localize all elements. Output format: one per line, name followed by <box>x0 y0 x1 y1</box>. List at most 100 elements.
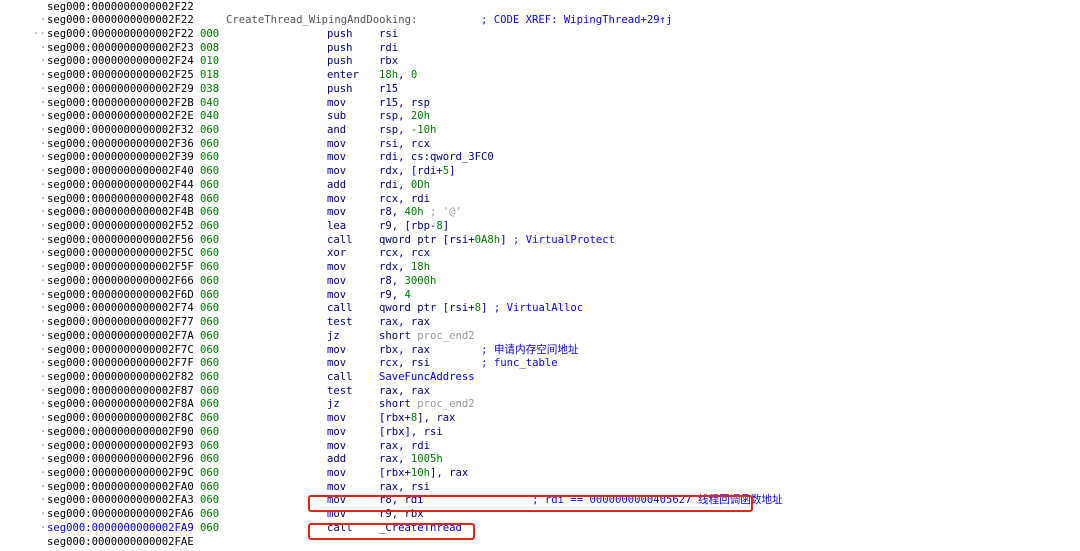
mnemonic[interactable]: test <box>327 385 353 399</box>
listing-line[interactable]: · seg000:0000000000002F56 060 call qword ptr… <box>0 234 1080 248</box>
function-reference[interactable]: SaveFuncAddress <box>379 371 475 383</box>
mnemonic[interactable]: push <box>327 83 353 97</box>
mnemonic[interactable]: mov <box>327 275 346 289</box>
operands[interactable]: qword ptr [rsi+8] ; VirtualAlloc <box>379 302 583 316</box>
address[interactable]: seg000:0000000000002F9C <box>47 467 194 481</box>
listing-line[interactable]: · seg000:0000000000002F8A 060 jz short proc_… <box>0 398 1080 412</box>
operands[interactable]: rdi <box>379 42 398 56</box>
operands[interactable]: rsi <box>379 28 398 42</box>
operands[interactable]: [rbx+8], rax <box>379 412 456 426</box>
address[interactable]: seg000:0000000000002F39 <box>47 151 194 165</box>
mnemonic[interactable]: mov <box>327 426 346 440</box>
listing-line[interactable]: · seg000:0000000000002F52 060 lea r9, [rbp-8… <box>0 220 1080 234</box>
address[interactable]: seg000:0000000000002F74 <box>47 302 194 316</box>
listing-line[interactable]: · seg000:0000000000002F36 060 mov rsi, rcx <box>0 138 1080 152</box>
operands[interactable]: rax, 1005h <box>379 453 443 467</box>
listing-line[interactable]: · seg000:0000000000002F23 008 push rdi <box>0 42 1080 56</box>
listing-line[interactable]: · seg000:0000000000002FA3 060 mov r8, rdi ; … <box>0 494 1080 508</box>
address[interactable]: seg000:0000000000002F22 <box>47 14 194 28</box>
address[interactable]: seg000:0000000000002FA9 <box>47 522 194 536</box>
address[interactable]: seg000:0000000000002F4B <box>47 206 194 220</box>
listing-line[interactable]: · seg000:0000000000002FA0 060 mov rax, rsi <box>0 481 1080 495</box>
listing-line[interactable]: · seg000:0000000000002F29 038 push r15 <box>0 83 1080 97</box>
operands[interactable]: rsi, rcx <box>379 138 430 152</box>
mnemonic[interactable]: mov <box>327 193 346 207</box>
address[interactable]: seg000:0000000000002FAE <box>47 536 194 550</box>
mnemonic[interactable]: mov <box>327 357 346 371</box>
operands[interactable]: short proc_end2 <box>379 330 475 344</box>
address[interactable]: seg000:0000000000002F23 <box>47 42 194 56</box>
operands[interactable]: rsp, -10h <box>379 124 436 138</box>
address[interactable]: seg000:0000000000002F8C <box>47 412 194 426</box>
listing-line[interactable]: · seg000:0000000000002F7C 060 mov rbx, rax ;… <box>0 344 1080 358</box>
operands[interactable]: short proc_end2 <box>379 398 475 412</box>
address[interactable]: seg000:0000000000002F6D <box>47 289 194 303</box>
mnemonic[interactable]: and <box>327 124 346 138</box>
operands[interactable]: r8, 40h ; '@' <box>379 206 462 220</box>
mnemonic[interactable]: push <box>327 28 353 42</box>
address[interactable]: seg000:0000000000002F8A <box>47 398 194 412</box>
operands[interactable]: rsp, 20h <box>379 110 430 124</box>
mnemonic[interactable]: mov <box>327 508 346 522</box>
address[interactable]: seg000:0000000000002F66 <box>47 275 194 289</box>
mnemonic[interactable]: push <box>327 55 353 69</box>
address[interactable]: seg000:0000000000002F5C <box>47 247 194 261</box>
address[interactable]: seg000:0000000000002F77 <box>47 316 194 330</box>
operands[interactable]: rdi, 0Dh <box>379 179 430 193</box>
operands[interactable]: rdx, 18h <box>379 261 430 275</box>
operands[interactable]: [rbx], rsi <box>379 426 443 440</box>
mnemonic[interactable]: mov <box>327 151 346 165</box>
listing-line[interactable]: · seg000:0000000000002F6D 060 mov r9, 4 <box>0 289 1080 303</box>
address[interactable]: seg000:0000000000002F90 <box>47 426 194 440</box>
mnemonic[interactable]: mov <box>327 289 346 303</box>
operands[interactable]: rcx, rsi ; func_table <box>379 357 558 371</box>
address[interactable]: seg000:0000000000002F40 <box>47 165 194 179</box>
disassembly-listing[interactable]: seg000:0000000000002F22 · seg000:000000000… <box>0 0 1080 551</box>
mnemonic[interactable]: call <box>327 371 353 385</box>
listing-line[interactable]: · seg000:0000000000002F48 060 mov rcx, rdi <box>0 193 1080 207</box>
listing-line[interactable]: · seg000:0000000000002F44 060 add rdi, 0Dh <box>0 179 1080 193</box>
listing-line[interactable]: · seg000:0000000000002F93 060 mov rax, rdi <box>0 440 1080 454</box>
listing-line[interactable]: · seg000:0000000000002F4B 060 mov r8, 40h ; … <box>0 206 1080 220</box>
address[interactable]: seg000:0000000000002FA6 <box>47 508 194 522</box>
mnemonic[interactable]: mov <box>327 261 346 275</box>
operands[interactable]: r8, 3000h <box>379 275 436 289</box>
operands[interactable]: rax, rsi <box>379 481 430 495</box>
operands[interactable]: rdi, cs:qword_3FC0 <box>379 151 494 165</box>
address[interactable]: seg000:0000000000002F5F <box>47 261 194 275</box>
address[interactable]: seg000:0000000000002F22 <box>47 1 194 15</box>
listing-line[interactable]: · seg000:0000000000002F9C 060 mov [rbx+10h],… <box>0 467 1080 481</box>
listing-line[interactable]: · seg000:0000000000002F2B 040 mov r15, rsp <box>0 97 1080 111</box>
operands[interactable]: rax, rax <box>379 316 430 330</box>
address[interactable]: seg000:0000000000002F2B <box>47 97 194 111</box>
listing-line[interactable]: seg000:0000000000002FAE <box>0 536 1080 550</box>
operands[interactable]: r15 <box>379 83 398 97</box>
address[interactable]: seg000:0000000000002F2E <box>47 110 194 124</box>
listing-line[interactable]: · seg000:0000000000002F40 060 mov rdx, [rdi+… <box>0 165 1080 179</box>
mnemonic[interactable]: mov <box>327 344 346 358</box>
operands[interactable]: rbx <box>379 55 398 69</box>
operands[interactable]: rcx, rdi <box>379 193 430 207</box>
listing-line[interactable]: · seg000:0000000000002F74 060 call qword ptr… <box>0 302 1080 316</box>
address[interactable]: seg000:0000000000002FA0 <box>47 481 194 495</box>
function-label[interactable]: CreateThread_WipingAndDooking: <box>226 14 417 28</box>
mnemonic[interactable]: mov <box>327 494 346 508</box>
mnemonic[interactable]: mov <box>327 467 346 481</box>
address[interactable]: seg000:0000000000002F24 <box>47 55 194 69</box>
operands[interactable]: r15, rsp <box>379 97 430 111</box>
address[interactable]: seg000:0000000000002F22 <box>47 28 194 42</box>
operands[interactable]: rbx, rax ; 申请内存空间地址 <box>379 344 579 358</box>
listing-line[interactable]: · seg000:0000000000002F2E 040 sub rsp, 20h <box>0 110 1080 124</box>
listing-line[interactable]: · seg000:0000000000002FA9 060 call _CreateTh… <box>0 522 1080 536</box>
operands[interactable]: r8, rdi ; rdi == 0000000000405627 线程回调函数… <box>379 494 783 508</box>
listing-line[interactable]: · seg000:0000000000002F32 060 and rsp, -10h <box>0 124 1080 138</box>
mnemonic[interactable]: jz <box>327 330 340 344</box>
listing-line[interactable]: ·· seg000:0000000000002F22 000 push rsi <box>0 28 1080 42</box>
listing-line[interactable]: · seg000:0000000000002F96 060 add rax, 1005h <box>0 453 1080 467</box>
address[interactable]: seg000:0000000000002F44 <box>47 179 194 193</box>
address[interactable]: seg000:0000000000002F52 <box>47 220 194 234</box>
address[interactable]: seg000:0000000000002F25 <box>47 69 194 83</box>
address[interactable]: seg000:0000000000002FA3 <box>47 494 194 508</box>
listing-line[interactable]: · seg000:0000000000002F7A 060 jz short proc_… <box>0 330 1080 344</box>
mnemonic[interactable]: mov <box>327 138 346 152</box>
